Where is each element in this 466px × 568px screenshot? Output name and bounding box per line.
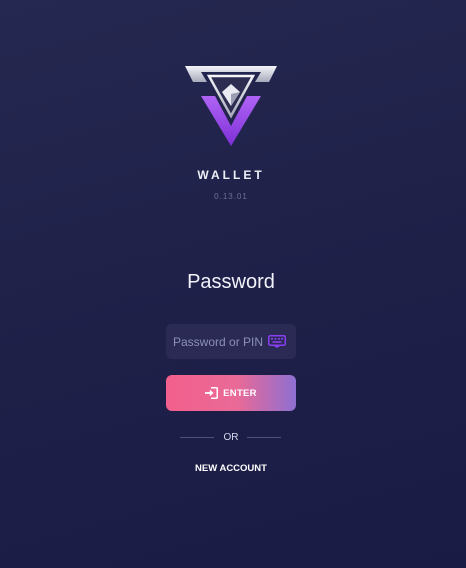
login-screen: WALLET 0.13.01 Password ENTER OR NEW ACC… [0,0,466,568]
divider-or: OR [223,432,239,443]
sign-in-icon [205,387,219,399]
enter-button[interactable]: ENTER [166,375,296,411]
new-account-link[interactable]: NEW ACCOUNT [195,463,267,474]
keyboard-icon[interactable] [268,335,286,348]
app-name: WALLET [197,168,265,182]
password-input[interactable] [166,324,273,359]
page-title: Password [187,271,275,293]
divider-line-right [247,437,281,438]
wallet-logo-icon [185,66,277,146]
app-version: 0.13.01 [214,192,248,201]
enter-button-label: ENTER [223,387,257,399]
new-account-container: NEW ACCOUNT [0,458,462,476]
password-field[interactable] [166,324,296,359]
